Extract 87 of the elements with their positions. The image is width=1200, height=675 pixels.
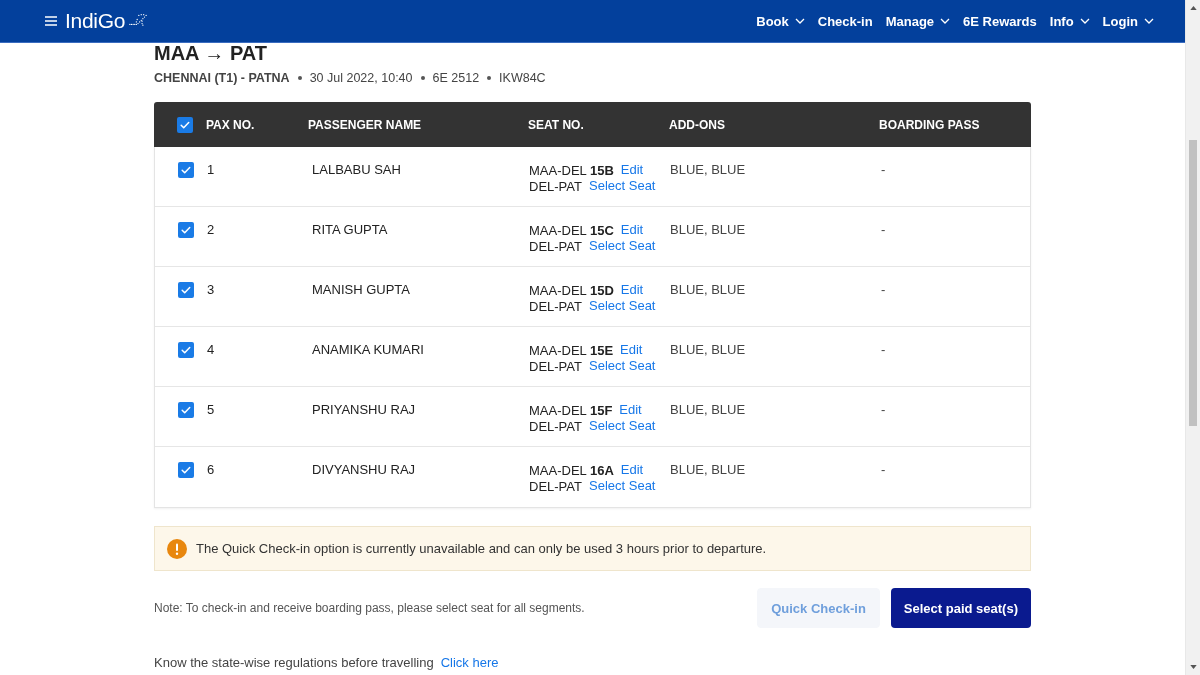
seat-action-link[interactable]: Select Seat: [589, 178, 656, 194]
nav-menu-item[interactable]: Manage: [885, 11, 951, 31]
seat-route: DEL-PAT: [529, 478, 582, 494]
seat-route: MAA-DEL 15C: [529, 222, 614, 238]
scrollbar[interactable]: [1185, 0, 1200, 675]
pax-number: 5: [207, 402, 216, 418]
add-ons-text: BLUE, BLUE: [670, 282, 747, 298]
pax-number: 1: [207, 162, 216, 178]
seat-route: DEL-PAT: [529, 358, 582, 374]
flight-route-title: MAA → PAT: [154, 43, 267, 63]
checkbox[interactable]: [178, 342, 194, 358]
passenger-name: DIVYANSHU RAJ: [311, 462, 417, 478]
seat-action-link[interactable]: Select Seat: [589, 358, 656, 374]
passenger-name: ANAMIKA KUMARI: [311, 342, 425, 358]
checkbox[interactable]: [178, 282, 194, 298]
flight-detail: IKW84C: [499, 70, 546, 86]
add-ons-text: BLUE, BLUE: [670, 162, 747, 178]
dotted-plane-icon: [129, 12, 148, 26]
column-header: PASSENGER NAME: [308, 117, 423, 132]
nav-menu-item[interactable]: Login: [1102, 11, 1154, 31]
bullet-icon: [420, 76, 425, 80]
checkbox[interactable]: [178, 462, 194, 478]
nav-menu-item[interactable]: Book: [756, 11, 805, 31]
seat-action-link[interactable]: Edit: [620, 162, 644, 178]
bullet-icon: [297, 76, 302, 80]
flight-detail: 30 Jul 2022, 10:40: [309, 70, 413, 86]
seat-action-link[interactable]: Select Seat: [589, 418, 656, 434]
checkbox[interactable]: [178, 222, 194, 238]
logo-text[interactable]: IndiGo: [65, 9, 126, 33]
passenger-name: PRIYANSHU RAJ: [311, 402, 417, 418]
seat-action-link[interactable]: Edit: [620, 462, 644, 478]
exclamation-icon: [167, 538, 187, 559]
column-header: PAX NO.: [206, 117, 256, 132]
pax-number: 2: [207, 222, 216, 238]
column-header: BOARDING PASS: [879, 117, 981, 132]
scrollbar-thumb[interactable]: [1189, 140, 1197, 426]
bullet-icon: [487, 76, 492, 80]
add-ons-text: BLUE, BLUE: [670, 402, 747, 418]
pax-number: 3: [207, 282, 216, 298]
column-header: SEAT NO.: [528, 117, 585, 132]
scroll-up-icon[interactable]: [1189, 6, 1197, 10]
seat-route: MAA-DEL 15B: [529, 162, 614, 178]
seat-action-link[interactable]: Edit: [620, 282, 644, 298]
alert-message: The Quick Check-in option is currently unavailable and can only be used 3 hours prior to departure.: [196, 541, 767, 556]
menu-icon[interactable]: [45, 16, 57, 26]
seat-route: MAA-DEL 15E: [529, 342, 614, 358]
nav-menu-item[interactable]: Info: [1049, 11, 1090, 31]
checkbox[interactable]: [177, 116, 193, 133]
passenger-name: RITA GUPTA: [311, 222, 389, 238]
seat-action-link[interactable]: Edit: [619, 402, 642, 418]
nav-menu-item[interactable]: 6E Rewards: [963, 11, 1037, 31]
flight-detail: CHENNAI (T1) - PATNA: [154, 70, 290, 86]
seat-route: MAA-DEL 15F: [529, 402, 613, 418]
scroll-down-icon[interactable]: [1189, 665, 1197, 669]
add-ons-text: BLUE, BLUE: [670, 342, 747, 358]
seat-route: DEL-PAT: [529, 238, 582, 254]
regulations-text: Know the state-wise regulations before travelling: [154, 655, 434, 671]
seat-action-link[interactable]: Select Seat: [589, 298, 656, 314]
boarding-pass-text: -: [880, 162, 887, 178]
seat-route: MAA-DEL 16A: [529, 462, 614, 478]
checkbox[interactable]: [178, 402, 194, 418]
seat-route: DEL-PAT: [529, 418, 582, 434]
pax-number: 6: [207, 462, 216, 478]
boarding-pass-text: -: [880, 222, 887, 238]
checkbox[interactable]: [178, 162, 194, 178]
add-ons-text: BLUE, BLUE: [670, 222, 747, 238]
passenger-name: MANISH GUPTA: [311, 282, 411, 298]
nav-menu-item[interactable]: Check-in: [817, 11, 873, 31]
select-paid-seats-button[interactable]: Select paid seat(s): [890, 588, 1031, 628]
note-text: Note: To check-in and receive boarding pass, please select seat for all segments.: [154, 601, 585, 615]
column-header: ADD-ONS: [669, 117, 726, 132]
boarding-pass-text: -: [880, 342, 887, 358]
boarding-pass-text: -: [880, 462, 887, 478]
pax-number: 4: [207, 342, 216, 358]
boarding-pass-text: -: [880, 402, 887, 418]
seat-action-link[interactable]: Select Seat: [589, 478, 656, 494]
boarding-pass-text: -: [880, 282, 887, 298]
passenger-name: LALBABU SAH: [311, 162, 402, 178]
seat-action-link[interactable]: Select Seat: [589, 238, 656, 254]
seat-route: DEL-PAT: [529, 298, 582, 314]
seat-action-link[interactable]: Edit: [620, 342, 643, 358]
add-ons-text: BLUE, BLUE: [670, 462, 747, 478]
click-here-link[interactable]: Click here: [440, 655, 499, 671]
seat-action-link[interactable]: Edit: [620, 222, 644, 238]
seat-route: DEL-PAT: [529, 178, 582, 194]
seat-route: MAA-DEL 15D: [529, 282, 614, 298]
flight-detail: 6E 2512: [432, 70, 480, 86]
